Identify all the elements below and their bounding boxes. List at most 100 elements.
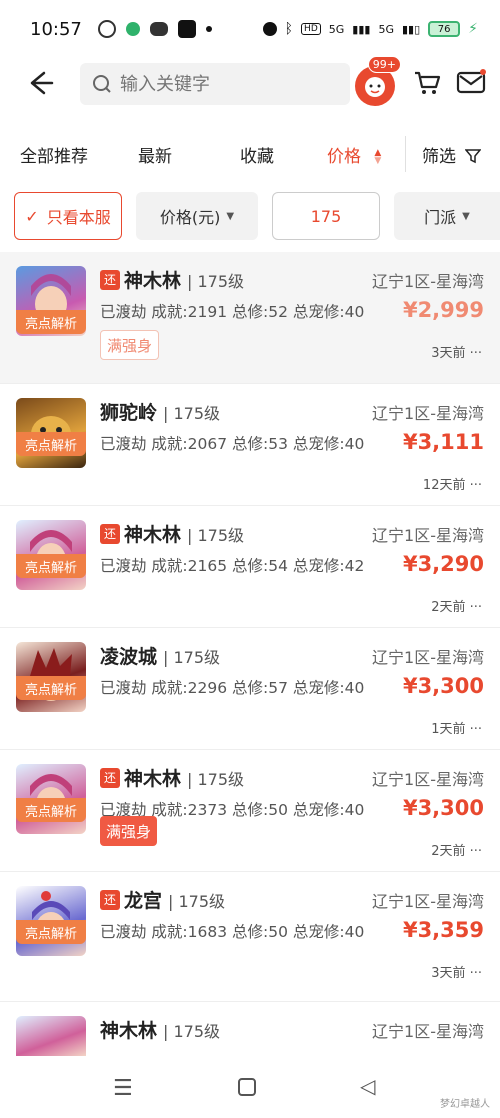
listing-title: 还 龙宫 | 175级 [100, 886, 225, 913]
status-time: 10:57 [30, 18, 82, 40]
highlight-tag: 亮点解析 [16, 676, 86, 700]
charging-icon: ⚡ [468, 21, 478, 37]
status-bar: 10:57 ᛒ HD 5G ▮▮▮ 5G ▮▮▯ 76 ⚡ [0, 0, 500, 58]
tab-price[interactable]: 价格 ▲ ▼ [327, 142, 381, 167]
listing-title: 还 神木林 | 175级 [100, 764, 244, 791]
post-time: 2天前 ··· [431, 844, 482, 859]
stats: 已渡劫 成就:2067 总修:53 总宠修:40 [100, 435, 365, 453]
post-time: 3天前 ··· [431, 346, 482, 361]
price-unit-dropdown[interactable]: 价格(元) ▼ [136, 192, 258, 240]
green-app-icon [125, 22, 140, 36]
level: | 175级 [163, 1021, 221, 1041]
tab-divider [405, 136, 406, 172]
home-icon[interactable] [238, 1078, 256, 1096]
stats: 已渡劫 成就:2296 总修:57 总宠修:40 [100, 679, 365, 697]
battery-icon: 76 [428, 21, 461, 37]
post-time: 12天前 ··· [422, 478, 482, 493]
school-name: 神木林 [124, 524, 182, 546]
character-avatar [16, 1016, 86, 1056]
return-tag: 还 [100, 889, 120, 910]
listing-title: 还 神木林 | 175级 [100, 266, 244, 293]
highlight-tag: 亮点解析 [16, 798, 86, 822]
level: | 175级 [187, 525, 245, 545]
school-name: 神木林 [100, 1020, 158, 1042]
price: ¥3,300 [402, 796, 484, 820]
status-right: ᛒ HD 5G ▮▮▮ 5G ▮▮▯ 76 ⚡ [262, 21, 478, 37]
server-name: 辽宁1区-星海湾 [372, 526, 484, 545]
return-tag: 还 [100, 523, 120, 544]
server-name: 辽宁1区-星海湾 [372, 770, 484, 789]
wechat-icon [149, 22, 168, 36]
caret-down-icon: ▼ [226, 210, 235, 222]
sort-tabs: 全部推荐 最新 收藏 价格 ▲ ▼ 筛选 [0, 126, 500, 182]
level: | 175级 [187, 271, 245, 291]
level: | 175级 [163, 647, 221, 667]
signal-2-label: 5G [378, 22, 394, 36]
server-name: 辽宁1区-星海湾 [372, 1022, 484, 1041]
only-this-server-label: 只看本服 [46, 208, 111, 227]
level: | 175级 [163, 403, 221, 423]
mail-button[interactable] [456, 68, 486, 100]
school-name: 凌波城 [100, 646, 158, 668]
highlight-tag: 亮点解析 [16, 920, 86, 944]
school-dropdown[interactable]: 门派 ▼ [394, 192, 500, 240]
list-item[interactable]: 亮点解析 还 龙宫 | 175级 辽宁1区-星海湾 已渡劫 成就:1683 总修… [0, 872, 500, 1002]
cart-button[interactable] [413, 68, 441, 100]
search-input[interactable] [120, 73, 340, 95]
back-triangle-icon[interactable]: ◁ [360, 1074, 375, 1098]
search-box[interactable] [80, 63, 350, 105]
server-name: 辽宁1区-星海湾 [372, 892, 484, 911]
listing-title: 神木林 | 175级 [100, 1016, 220, 1043]
school-name: 神木林 [124, 768, 182, 790]
signal-2-icon: ▮▮▯ [401, 22, 421, 36]
search-icon [93, 75, 111, 93]
list-item[interactable]: 亮点解析 狮驼岭 | 175级 辽宁1区-星海湾 已渡劫 成就:2067 总修:… [0, 384, 500, 506]
full-strength-tag: 满强身 [100, 330, 160, 360]
bluetooth-icon: ᛒ [284, 21, 294, 37]
tab-all-recommended[interactable]: 全部推荐 [20, 142, 88, 167]
list-item[interactable]: 亮点解析 还 神木林 | 175级 辽宁1区-星海湾 已渡劫 成就:2373 总… [0, 750, 500, 872]
tab-favorites[interactable]: 收藏 [240, 142, 274, 167]
filter-row: ✓ 只看本服 价格(元) ▼ 175 门派 ▼ [0, 192, 500, 242]
price-value-text: 175 [310, 206, 342, 226]
tab-filter[interactable]: 筛选 [422, 142, 483, 167]
sort-order-icon: ▲ ▼ [374, 148, 382, 166]
filter-funnel-icon [464, 149, 483, 164]
post-time: 3天前 ··· [431, 966, 482, 981]
server-name: 辽宁1区-星海湾 [372, 648, 484, 667]
mail-icon [456, 69, 486, 94]
listing-title: 还 神木林 | 175级 [100, 520, 244, 547]
price: ¥2,999 [402, 298, 484, 322]
tab-latest[interactable]: 最新 [138, 142, 172, 167]
caret-down-icon: ▼ [462, 210, 470, 222]
post-time: 2天前 ··· [431, 600, 482, 615]
list-item[interactable]: 亮点解析 还 神木林 | 175级 辽宁1区-星海湾 已渡劫 成就:2165 总… [0, 506, 500, 628]
notification-badge: 99+ [367, 56, 401, 73]
return-tag: 还 [100, 269, 120, 290]
server-name: 辽宁1区-星海湾 [372, 404, 484, 423]
header: 99+ [0, 56, 500, 118]
only-this-server-chip[interactable]: ✓ 只看本服 [14, 192, 122, 240]
tiktok-icon [177, 20, 196, 38]
school-label: 门派 [424, 208, 457, 227]
stats: 已渡劫 成就:2165 总修:54 总宠修:42 [100, 557, 365, 575]
list-item[interactable]: 神木林 | 175级 辽宁1区-星海湾 [0, 1002, 500, 1056]
list-item[interactable]: 亮点解析 还 神木林 | 175级 辽宁1区-星海湾 已渡劫 成就:2191 总… [0, 252, 500, 384]
menu-icon[interactable]: ☰ [113, 1076, 133, 1101]
school-name: 狮驼岭 [100, 402, 158, 424]
cart-icon [415, 71, 441, 94]
server-name: 辽宁1区-星海湾 [372, 272, 484, 291]
highlight-tag: 亮点解析 [16, 554, 86, 578]
return-tag: 还 [100, 767, 120, 788]
price: ¥3,111 [402, 430, 484, 454]
system-nav-bar: ☰ ◁ 梦幻卓越人 [0, 1058, 500, 1118]
stats: 已渡劫 成就:2191 总修:52 总宠修:40 [100, 303, 365, 321]
watermark: 梦幻卓越人 [440, 1099, 490, 1110]
back-button[interactable] [10, 58, 70, 108]
price-value-input[interactable]: 175 [272, 192, 380, 240]
level: | 175级 [187, 769, 245, 789]
signal-1-icon: ▮▮▮ [352, 22, 371, 36]
list-item[interactable]: 亮点解析 凌波城 | 175级 辽宁1区-星海湾 已渡劫 成就:2296 总修:… [0, 628, 500, 750]
hd-icon: HD [301, 23, 321, 35]
avatar-button[interactable]: 99+ [353, 56, 401, 106]
